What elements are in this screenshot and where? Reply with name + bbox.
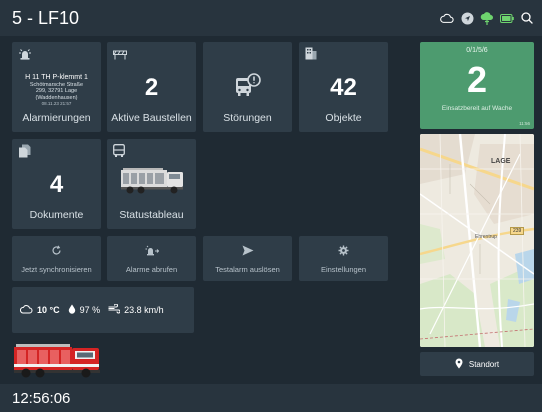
wind-value: 23.8 km/h <box>124 305 164 315</box>
top-bar: 5 - LF10 <box>0 0 542 36</box>
cloud-sync-icon[interactable] <box>480 11 494 25</box>
construction-tile[interactable]: 2 Aktive Baustellen <box>107 42 196 132</box>
location-label: Standort <box>468 359 500 369</box>
documents-count: 4 <box>49 171 64 198</box>
documents-icon <box>18 144 31 163</box>
objects-count: 42 <box>330 74 357 101</box>
faults-label: Störungen <box>223 112 272 124</box>
wind-icon <box>108 303 121 316</box>
faults-tile[interactable]: Störungen <box>203 42 292 132</box>
location-button[interactable]: Standort <box>420 352 534 376</box>
sync-icon <box>51 243 62 261</box>
test-alarm-button[interactable]: Testalarm auslösen <box>203 236 292 281</box>
vehicle-image <box>12 342 102 383</box>
drop-icon <box>68 304 76 316</box>
vehicle-status-panel[interactable]: 0/1/5/6 2 Einsatzbereit auf Wache 11:56 <box>420 42 534 129</box>
status-time: 11:56 <box>519 121 530 126</box>
barrier-icon <box>113 47 127 65</box>
humidity-value: 97 % <box>79 305 101 315</box>
weather-humidity: 97 % <box>68 304 101 316</box>
map-canvas <box>420 134 534 347</box>
navigation-icon[interactable] <box>460 11 474 25</box>
page-title: 5 - LF10 <box>12 7 80 28</box>
alarms-tile[interactable]: H 11 TH P-klemmt 1 Schötmarsche Straße 2… <box>12 42 101 132</box>
settings-label: Einstellungen <box>320 265 367 274</box>
documents-tile[interactable]: 4 Dokumente <box>12 139 101 229</box>
bottom-bar: 12:56:06 <box>0 384 542 412</box>
search-icon[interactable] <box>520 11 534 25</box>
cloud-icon <box>19 304 33 316</box>
alarms-label: Alarmierungen <box>22 112 91 124</box>
gear-icon <box>338 243 349 261</box>
alarm-keyword: H 11 TH P-klemmt 1 <box>25 73 88 81</box>
send-icon <box>242 243 254 261</box>
weather-wind: 23.8 km/h <box>108 303 164 316</box>
clock: 12:56:06 <box>12 389 71 407</box>
status-number: 2 <box>466 59 488 100</box>
bus-alert-icon <box>235 73 261 102</box>
construction-count: 2 <box>144 74 159 101</box>
status-codes: 0/1/5/6 <box>466 47 488 54</box>
siren-icon <box>18 47 32 65</box>
weather-widget: 10 °C 97 % 23.8 km/h <box>12 287 194 333</box>
map-road-number: 239 <box>510 227 525 235</box>
fire-truck-image <box>119 166 185 199</box>
weather-temperature: 10 °C <box>19 304 60 316</box>
map-place-label: LAGE <box>491 158 511 165</box>
status-board-tile[interactable]: Statustableau <box>107 139 196 229</box>
fetch-alarms-button[interactable]: Alarme abrufen <box>107 236 196 281</box>
map-view[interactable]: LAGE Ehrentrup 239 <box>420 134 534 347</box>
building-icon <box>305 47 317 65</box>
alarm-timestamp: 08.11.23 21:57 <box>41 100 72 106</box>
status-board-label: Statustableau <box>119 209 184 221</box>
construction-label: Aktive Baustellen <box>111 112 192 124</box>
map-road-label: Ehrentrup <box>475 234 497 240</box>
cloud-icon[interactable] <box>440 11 454 25</box>
sync-button[interactable]: Jetzt synchronisieren <box>12 236 101 281</box>
settings-button[interactable]: Einstellungen <box>299 236 388 281</box>
objects-label: Objekte <box>325 112 362 124</box>
battery-icon <box>500 11 514 25</box>
status-icons <box>440 11 534 25</box>
objects-tile[interactable]: 42 Objekte <box>299 42 388 132</box>
test-alarm-label: Testalarm auslösen <box>215 265 280 274</box>
location-pin-icon <box>455 358 463 371</box>
bus-icon <box>113 144 125 162</box>
sync-label: Jetzt synchronisieren <box>21 265 92 274</box>
documents-label: Dokumente <box>29 209 84 221</box>
status-text: Einsatzbereit auf Wache <box>441 105 513 112</box>
temperature-value: 10 °C <box>37 305 60 315</box>
alarm-details: H 11 TH P-klemmt 1 Schötmarsche Straße 2… <box>25 74 88 106</box>
alarm-fetch-icon <box>145 243 159 261</box>
fetch-alarms-label: Alarme abrufen <box>125 265 178 274</box>
